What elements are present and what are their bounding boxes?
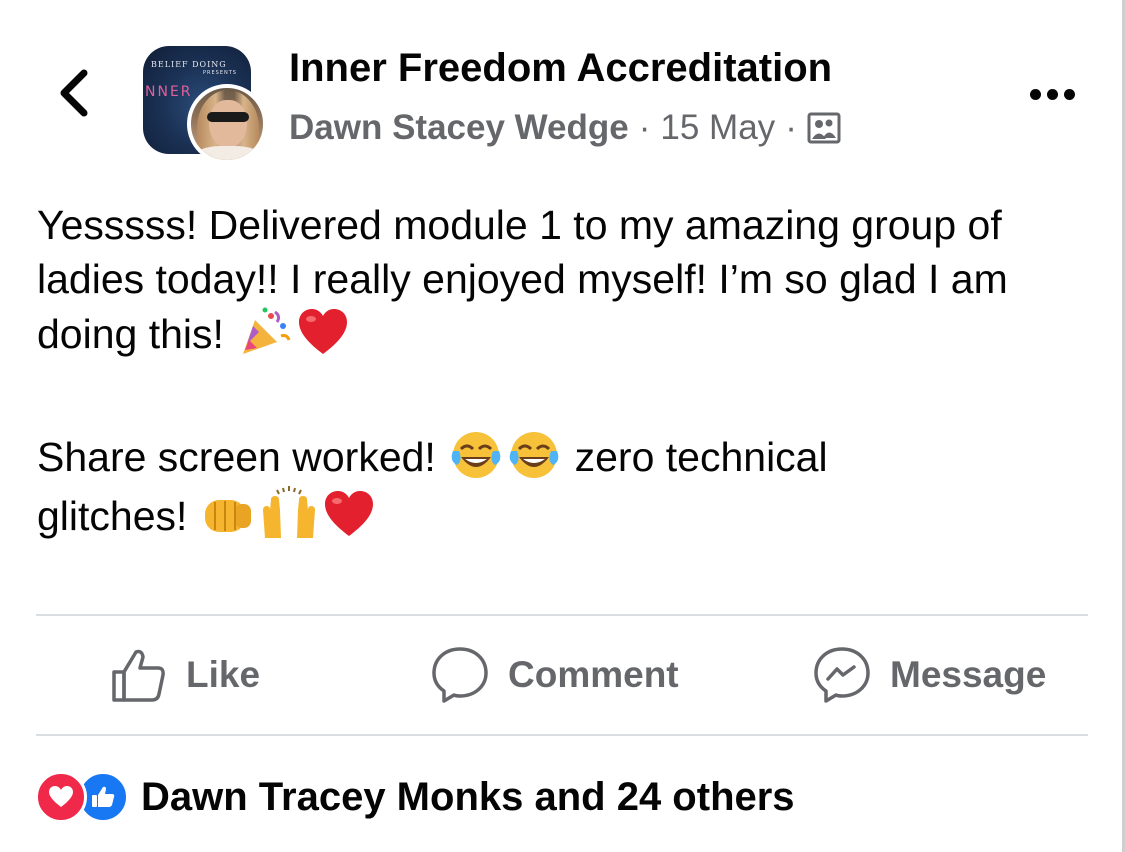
fist-bump-icon: [204, 500, 251, 532]
post-paragraph-1: Yesssss! Delivered module 1 to my amazin…: [37, 198, 1097, 361]
post-paragraph-2: Share screen worked! zero technical glit…: [37, 429, 1097, 543]
back-button[interactable]: [48, 66, 98, 120]
thumbs-up-icon: [112, 649, 165, 702]
like-label: Like: [186, 654, 261, 695]
comment-label: Comment: [508, 654, 679, 695]
post-paragraph-2-start: Share screen worked!: [37, 434, 436, 480]
post-paragraph-2-end: glitches!: [37, 493, 188, 539]
post-paragraph-1-text: Yesssss! Delivered module 1 to my amazin…: [37, 202, 1008, 357]
more-dot: [1046, 88, 1058, 100]
party-popper-icon: [243, 307, 291, 354]
raising-hands-icon: [262, 486, 315, 538]
more-dot: [1063, 88, 1075, 100]
comment-bubble-icon: [432, 647, 488, 703]
tears-of-joy-icon: [451, 432, 501, 478]
avatar-banner-text: BELIEF DOING: [151, 60, 227, 69]
group-name[interactable]: Inner Freedom Accreditation: [289, 46, 832, 91]
divider-bottom: [36, 734, 1088, 736]
meta-separator: ·: [785, 108, 797, 147]
message-button[interactable]: Message: [812, 644, 1046, 706]
reactions-summary[interactable]: Dawn Tracey Monks and 24 others: [35, 771, 795, 823]
red-heart-icon: [299, 309, 348, 354]
like-button[interactable]: Like: [110, 644, 260, 706]
post-paragraph-2-mid: zero technical: [574, 434, 828, 480]
more-dot: [1029, 88, 1041, 100]
post-date[interactable]: 15 May: [660, 108, 775, 148]
red-heart-icon: [324, 491, 373, 536]
avatar-banner-logo-text: NNER: [145, 84, 193, 100]
tears-of-joy-icon: [509, 432, 559, 478]
group-members-icon: [807, 112, 841, 144]
avatar-face: [209, 100, 247, 148]
message-label: Message: [890, 654, 1047, 695]
divider-top: [36, 614, 1088, 616]
chevron-left-icon: [60, 69, 88, 117]
avatar-shirt: [195, 146, 261, 160]
love-reaction-icon: [35, 771, 87, 823]
avatar-banner-subtext: PRESENTS: [203, 70, 237, 76]
avatar-sunglasses: [207, 112, 249, 122]
post-meta: Dawn Stacey Wedge · 15 May ·: [289, 108, 841, 148]
messenger-icon: [814, 647, 870, 703]
more-options-button[interactable]: [1024, 80, 1080, 108]
meta-separator: ·: [638, 108, 651, 147]
post-text: Yesssss! Delivered module 1 to my amazin…: [37, 198, 1097, 543]
author-name[interactable]: Dawn Stacey Wedge: [289, 108, 629, 148]
author-avatar[interactable]: [187, 84, 267, 164]
comment-button[interactable]: Comment: [430, 644, 679, 706]
reactions-text: Dawn Tracey Monks and 24 others: [141, 774, 795, 819]
